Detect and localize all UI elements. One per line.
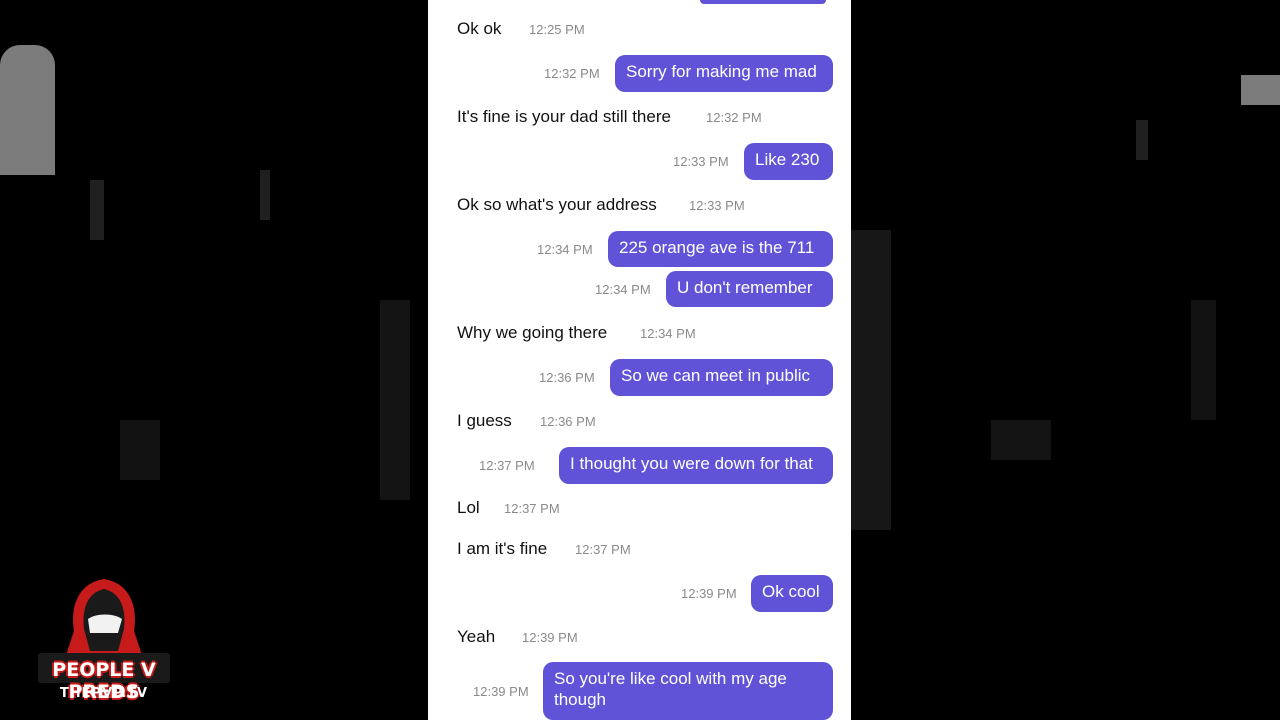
sent-message-bubble[interactable]: So we can meet in public [610,359,833,396]
logo-subtitle: THEPVP.TV [59,686,149,701]
message-timestamp: 12:36 PM [539,370,595,385]
message-row: 12:32 PM Sorry for making me mad [428,55,851,92]
sent-message-bubble[interactable]: Ok cool [751,575,833,612]
sent-message-bubble[interactable]: 225 orange ave is the 711 [608,231,833,267]
received-message: I guess [457,411,512,430]
sent-message-bubble[interactable]: I thought you were down for that [559,447,833,484]
message-row: 12:33 PM Like 230 [428,143,851,180]
message-row: Ok ok 12:25 PM [428,19,851,41]
message-timestamp: 12:39 PM [681,586,737,601]
message-row: 12:34 PM 225 orange ave is the 711 [428,231,851,268]
message-timestamp: 12:33 PM [689,198,745,213]
message-timestamp: 12:37 PM [575,542,631,557]
message-timestamp: 12:34 PM [537,242,593,257]
message-row: 12:34 PM U don't remember [428,271,851,308]
received-message: Ok ok [457,19,502,38]
previous-message-bubble-edge [700,0,826,4]
sent-message-bubble[interactable]: Like 230 [744,143,833,180]
message-row: 12:37 PM I thought you were down for tha… [428,447,851,484]
message-timestamp: 12:32 PM [706,110,762,125]
received-message: Yeah [457,627,496,646]
message-row: 12:39 PM Ok cool [428,575,851,612]
chat-panel[interactable]: Ok ok 12:25 PM 12:32 PM Sorry for making… [428,0,851,720]
message-timestamp: 12:25 PM [529,22,585,37]
sent-message-bubble[interactable]: So you're like cool with my age though [543,662,833,720]
message-row: I am it's fine 12:37 PM [428,539,851,561]
message-timestamp: 12:33 PM [673,154,729,169]
message-timestamp: 12:39 PM [522,630,578,645]
message-row: Ok so what's your address 12:33 PM [428,195,851,217]
message-row: I guess 12:36 PM [428,411,851,433]
message-timestamp: 12:34 PM [595,282,651,297]
channel-logo: PEOPLE V PREDS THEPVP.TV [18,575,190,710]
received-message: I am it's fine [457,539,548,558]
message-row: 12:39 PM So you're like cool with my age… [428,662,851,720]
sent-message-bubble[interactable]: Sorry for making me mad [615,55,833,92]
message-row: Lol 12:37 PM [428,498,851,520]
message-timestamp: 12:34 PM [640,326,696,341]
received-message: Lol [457,498,480,517]
message-timestamp: 12:32 PM [544,66,600,81]
message-timestamp: 12:36 PM [540,414,596,429]
message-row: Why we going there 12:34 PM [428,323,851,345]
message-timestamp: 12:37 PM [479,458,535,473]
message-timestamp: 12:39 PM [473,684,529,699]
message-timestamp: 12:37 PM [504,501,560,516]
message-row: 12:36 PM So we can meet in public [428,359,851,396]
received-message: It's fine is your dad still there [457,107,671,126]
received-message: Ok so what's your address [457,195,657,214]
message-row: Yeah 12:39 PM [428,627,851,649]
received-message: Why we going there [457,323,608,342]
message-row: It's fine is your dad still there 12:32 … [428,107,851,129]
video-background-right [851,0,1280,720]
sent-message-bubble[interactable]: U don't remember [666,271,833,307]
